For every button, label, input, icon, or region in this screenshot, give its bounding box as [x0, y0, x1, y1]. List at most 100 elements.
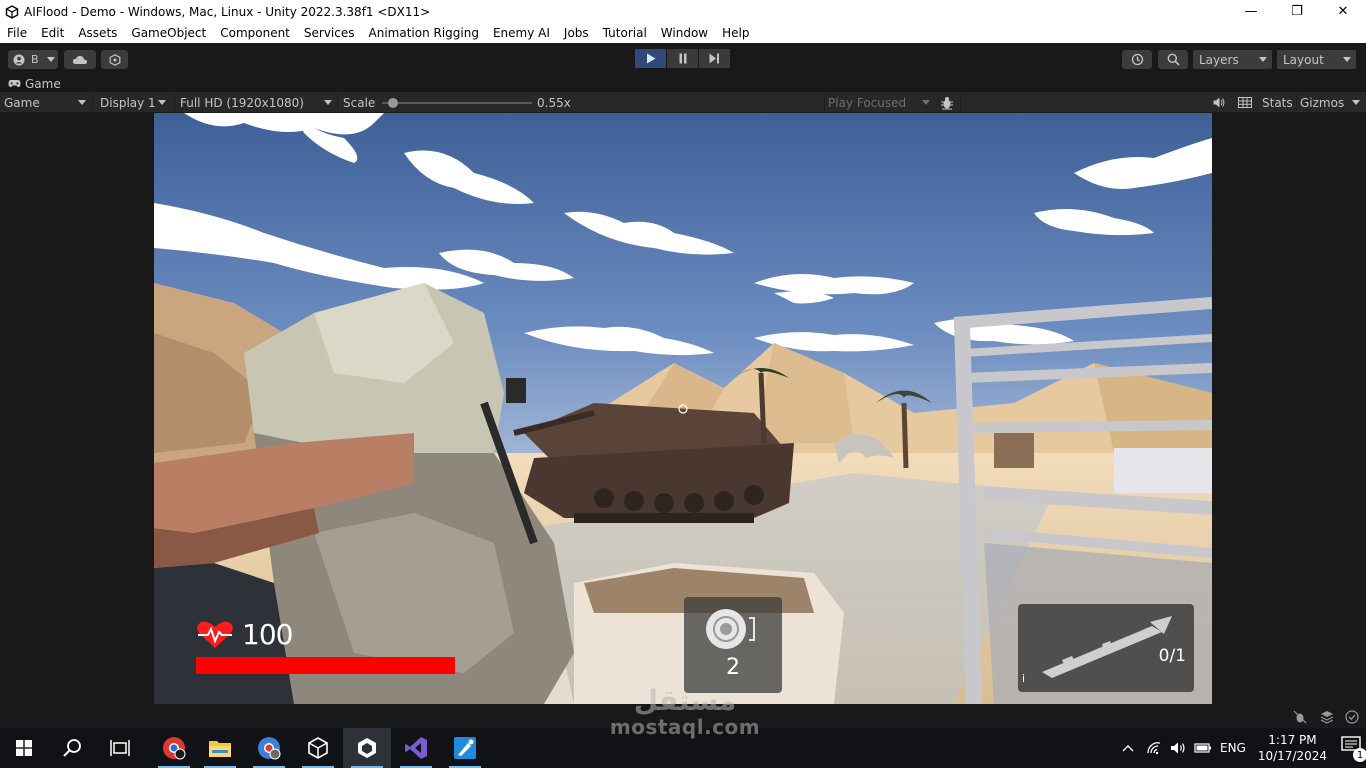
grenade-count: 2: [726, 655, 740, 680]
menu-bar: File Edit Assets GameObject Component Se…: [0, 23, 1366, 43]
taskbar-chrome-app-2[interactable]: [245, 728, 293, 768]
menu-assets[interactable]: Assets: [71, 26, 124, 40]
ammo-count: 0/1: [1158, 646, 1186, 666]
taskbar-visual-studio[interactable]: [392, 728, 440, 768]
layers-dropdown[interactable]: Layers: [1193, 50, 1272, 69]
check-circle-icon[interactable]: [1345, 710, 1359, 724]
layout-label: Layout: [1283, 52, 1324, 67]
taskbar-file-explorer[interactable]: [196, 728, 244, 768]
grenade-panel: 2: [684, 597, 782, 693]
menu-window[interactable]: Window: [654, 26, 715, 40]
battery-icon[interactable]: [1194, 742, 1212, 754]
pause-button[interactable]: [667, 49, 698, 68]
browser-icon: [258, 737, 281, 760]
display-label: Display 1: [100, 95, 156, 110]
game-mode-dropdown[interactable]: Game: [4, 92, 90, 113]
unity-hub-icon: [308, 737, 328, 759]
paint-icon: [454, 737, 476, 759]
watermark-latin: mostaql.com: [609, 715, 761, 739]
menu-help[interactable]: Help: [715, 26, 756, 40]
menu-gameobject[interactable]: GameObject: [124, 26, 213, 40]
main-toolbar: B Layers Layout: [0, 43, 1366, 75]
tab-game-label: Game: [25, 76, 61, 91]
stats-button[interactable]: Stats: [1262, 92, 1293, 113]
notification-center-button[interactable]: 1: [1341, 736, 1366, 762]
menu-animation-rigging[interactable]: Animation Rigging: [362, 26, 486, 40]
history-button[interactable]: [1122, 50, 1152, 69]
language-indicator[interactable]: ENG: [1220, 741, 1246, 755]
scale-slider-thumb[interactable]: [388, 98, 398, 108]
grid-icon: [1238, 97, 1252, 108]
start-button[interactable]: [0, 728, 48, 768]
unity-icon: [358, 738, 376, 758]
notification-badge: 1: [1353, 748, 1366, 762]
chevron-down-icon: [922, 100, 930, 105]
minimize-button[interactable]: —: [1228, 0, 1274, 23]
step-button[interactable]: [699, 49, 730, 68]
window-title: AIFlood - Demo - Windows, Mac, Linux - U…: [24, 4, 431, 19]
taskbar-chrome-app[interactable]: [150, 728, 198, 768]
search-button[interactable]: [1158, 50, 1188, 69]
chevron-up-icon[interactable]: [1122, 744, 1134, 752]
tank: [513, 403, 794, 523]
chevron-down-icon: [46, 57, 55, 62]
volume-icon[interactable]: [1170, 741, 1188, 755]
account-icon: [13, 54, 25, 65]
menu-services[interactable]: Services: [297, 26, 362, 40]
heart-pulse-icon: [197, 621, 233, 648]
collab-button[interactable]: [101, 50, 128, 69]
bug-icon[interactable]: [1293, 710, 1307, 724]
maximize-button[interactable]: ❐: [1274, 0, 1320, 23]
search-taskbar-button[interactable]: [48, 728, 96, 768]
menu-jobs[interactable]: Jobs: [557, 26, 596, 40]
toolbar-divider: [174, 94, 175, 111]
chevron-down-icon: [78, 100, 86, 105]
account-label: B: [31, 53, 39, 66]
gizmos-dropdown[interactable]: Gizmos: [1300, 92, 1364, 113]
layers-icon[interactable]: [1320, 710, 1334, 724]
cloud-button[interactable]: [64, 50, 96, 69]
grenade-icon: [706, 609, 755, 649]
game-view[interactable]: 100 2 0/1 i: [154, 113, 1212, 704]
toolbar-divider: [960, 94, 961, 111]
system-tray: ENG 1:17 PM 10/17/2024 1: [1122, 728, 1366, 768]
play-focus-dropdown[interactable]: Play Focused: [828, 92, 932, 113]
search-icon: [63, 739, 81, 757]
resolution-dropdown[interactable]: Full HD (1920x1080): [180, 92, 336, 113]
play-icon: [646, 53, 655, 64]
aspect-button[interactable]: [1236, 92, 1254, 113]
watermark-arabic: مستقل: [633, 684, 737, 717]
gizmos-label: Gizmos: [1300, 95, 1345, 110]
close-button[interactable]: ✕: [1320, 0, 1366, 23]
menu-enemy-ai[interactable]: Enemy AI: [486, 26, 557, 40]
menu-component[interactable]: Component: [213, 26, 297, 40]
menu-edit[interactable]: Edit: [34, 26, 71, 40]
account-button[interactable]: B: [8, 50, 58, 69]
speaker-icon: [1213, 97, 1225, 108]
display-dropdown[interactable]: Display 1: [100, 92, 172, 113]
browser-icon: [163, 737, 186, 760]
clock-time: 1:17 PM: [1268, 733, 1317, 747]
scale-slider-track[interactable]: [382, 98, 532, 108]
chevron-down-icon: [1259, 57, 1267, 62]
cloud-icon: [72, 55, 88, 64]
scale-label: Scale: [343, 95, 376, 110]
toolbar-divider: [824, 94, 825, 111]
visual-studio-icon: [405, 737, 427, 759]
debug-button[interactable]: [938, 92, 956, 113]
mute-audio-button[interactable]: [1211, 92, 1227, 113]
taskbar-unity-editor[interactable]: [343, 728, 391, 768]
wifi-icon[interactable]: [1146, 741, 1162, 755]
clock[interactable]: 1:17 PM 10/17/2024: [1258, 732, 1327, 764]
tab-game[interactable]: Game: [0, 75, 61, 92]
play-button[interactable]: [635, 49, 666, 68]
task-view-button[interactable]: [96, 728, 144, 768]
chevron-down-icon: [158, 100, 166, 105]
menu-tutorial[interactable]: Tutorial: [596, 26, 654, 40]
rocket-launcher-icon: [1042, 616, 1172, 678]
menu-file[interactable]: File: [0, 26, 34, 40]
taskbar-unity-hub[interactable]: [294, 728, 342, 768]
taskbar-paint-app[interactable]: [441, 728, 489, 768]
layers-label: Layers: [1199, 52, 1239, 67]
layout-dropdown[interactable]: Layout: [1277, 50, 1356, 69]
